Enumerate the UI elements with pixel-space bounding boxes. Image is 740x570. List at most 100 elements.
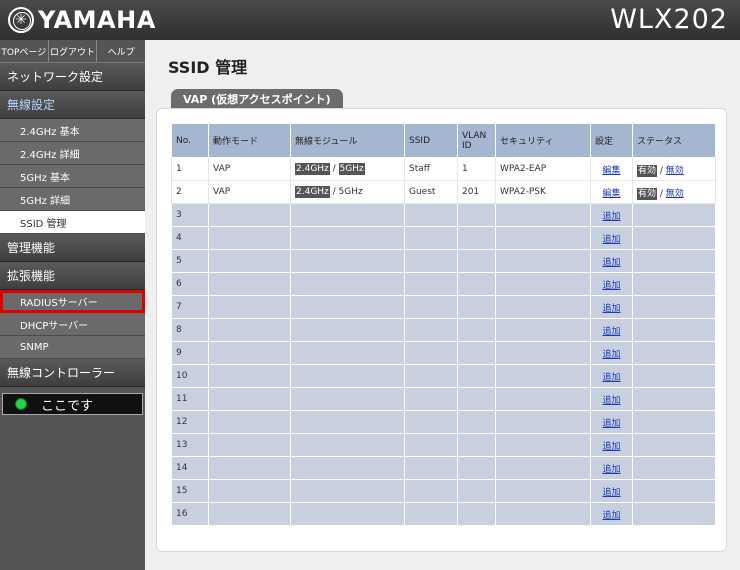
sidebar-item-radius-server[interactable]: RADIUSサーバー [0,290,145,313]
cell-action: 追加 [590,295,633,319]
cell-no: 16 [171,502,209,526]
cell-no: 2 [171,180,209,204]
cell-action: 追加 [590,272,633,296]
add-link[interactable]: 追加 [602,212,620,222]
col-module: 無線モジュール [290,123,405,158]
add-link[interactable]: 追加 [602,327,620,337]
sidebar-item-5ghz-detail[interactable]: 5GHz 詳細 [0,188,145,211]
cell-no: 9 [171,341,209,365]
cell-no: 11 [171,387,209,411]
table-header-row: No. 動作モード 無線モジュール SSID VLAN ID セキュリティ 設定… [171,123,716,158]
cell-no: 15 [171,479,209,503]
cell-no: 13 [171,433,209,457]
col-setting: 設定 [590,123,633,158]
table-row: 3 追加 [171,203,716,227]
table-row: 1 VAP 2.4GHz / 5GHz Staff 1 WPA2-EAP 編集 … [171,157,716,181]
add-link[interactable]: 追加 [602,442,620,452]
cell-security: WPA2-PSK [495,180,591,204]
cell-vlan: 201 [457,180,496,204]
add-link[interactable]: 追加 [602,258,620,268]
model-name: WLX202 [610,4,728,35]
sidebar-item-24ghz-detail[interactable]: 2.4GHz 詳細 [0,142,145,165]
add-link[interactable]: 追加 [602,419,620,429]
cell-action: 追加 [590,410,633,434]
cell-no: 14 [171,456,209,480]
edit-link[interactable]: 編集 [602,166,620,176]
cell-no: 8 [171,318,209,342]
cell-action: 編集 [590,180,633,204]
yamaha-emblem-icon [8,7,34,33]
cell-module: 2.4GHz / 5GHz [290,180,405,204]
module-5ghz-label: 5GHz [338,187,363,197]
sidebar-item-5ghz-basic[interactable]: 5GHz 基本 [0,165,145,188]
cell-action: 追加 [590,341,633,365]
table-row: 15 追加 [171,479,716,503]
tab-vap[interactable]: VAP (仮想アクセスポイント) [171,89,343,109]
cell-ssid: Guest [404,180,458,204]
sidebar-item-snmp[interactable]: SNMP [0,336,145,359]
cell-no: 10 [171,364,209,388]
table-row: 10 追加 [171,364,716,388]
table-row: 8 追加 [171,318,716,342]
sidebar-item-ssid-management[interactable]: SSID 管理 [0,211,145,234]
sidebar-item-24ghz-basic[interactable]: 2.4GHz 基本 [0,119,145,142]
table-row: 11 追加 [171,387,716,411]
sidebar-item-dhcp-server[interactable]: DHCPサーバー [0,313,145,336]
help-link[interactable]: ヘルプ [97,40,145,62]
add-link[interactable]: 追加 [602,511,620,521]
cell-action: 追加 [590,433,633,457]
table-row: 9 追加 [171,341,716,365]
module-24ghz-badge: 2.4GHz [295,163,330,175]
cell-no: 7 [171,295,209,319]
col-mode: 動作モード [208,123,291,158]
add-link[interactable]: 追加 [602,350,620,360]
cell-status: 有効 / 無効 [632,180,716,204]
cell-action: 追加 [590,502,633,526]
sidebar-section-management[interactable]: 管理機能 [0,234,145,262]
table-row: 13 追加 [171,433,716,457]
vap-panel: No. 動作モード 無線モジュール SSID VLAN ID セキュリティ 設定… [156,108,727,552]
sidebar-section-extended[interactable]: 拡張機能 [0,262,145,290]
cell-mode: VAP [208,180,291,204]
brand-name: YAMAHA [38,6,156,34]
header-bar: YAMAHA WLX202 [0,0,740,40]
sidebar-section-network[interactable]: ネットワーク設定 [0,63,145,91]
add-link[interactable]: 追加 [602,373,620,383]
add-link[interactable]: 追加 [602,465,620,475]
table-row: 7 追加 [171,295,716,319]
add-link[interactable]: 追加 [602,396,620,406]
cell-status: 有効 / 無効 [632,157,716,181]
cell-action: 追加 [590,387,633,411]
logout-link[interactable]: ログアウト [49,40,98,62]
yamaha-logo: YAMAHA [8,6,156,34]
cell-no: 3 [171,203,209,227]
cell-no: 4 [171,226,209,250]
cell-mode: VAP [208,157,291,181]
disable-link[interactable]: 無効 [666,189,684,199]
locate-here-label: ここです [41,398,94,414]
top-nav: TOPページ ログアウト ヘルプ [0,40,145,63]
cell-action: 追加 [590,364,633,388]
cell-action: 追加 [590,249,633,273]
module-5ghz-badge: 5GHz [338,163,365,175]
page-title: SSID 管理 [168,58,248,77]
cell-action: 追加 [590,456,633,480]
ssid-table: No. 動作モード 無線モジュール SSID VLAN ID セキュリティ 設定… [171,123,716,526]
sidebar-section-wireless-controller[interactable]: 無線コントローラー [0,359,145,387]
add-link[interactable]: 追加 [602,281,620,291]
add-link[interactable]: 追加 [602,488,620,498]
top-page-link[interactable]: TOPページ [0,40,49,62]
edit-link[interactable]: 編集 [602,189,620,199]
table-row: 12 追加 [171,410,716,434]
module-24ghz-badge: 2.4GHz [295,186,330,198]
sidebar-section-wireless[interactable]: 無線設定 [0,91,145,119]
table-row: 2 VAP 2.4GHz / 5GHz Guest 201 WPA2-PSK 編… [171,180,716,204]
disable-link[interactable]: 無効 [666,166,684,176]
status-dot-icon [15,398,27,410]
cell-security: WPA2-EAP [495,157,591,181]
add-link[interactable]: 追加 [602,235,620,245]
table-row: 14 追加 [171,456,716,480]
add-link[interactable]: 追加 [602,304,620,314]
locate-here-button[interactable]: ここです [2,393,143,415]
status-separator: / [657,165,666,176]
